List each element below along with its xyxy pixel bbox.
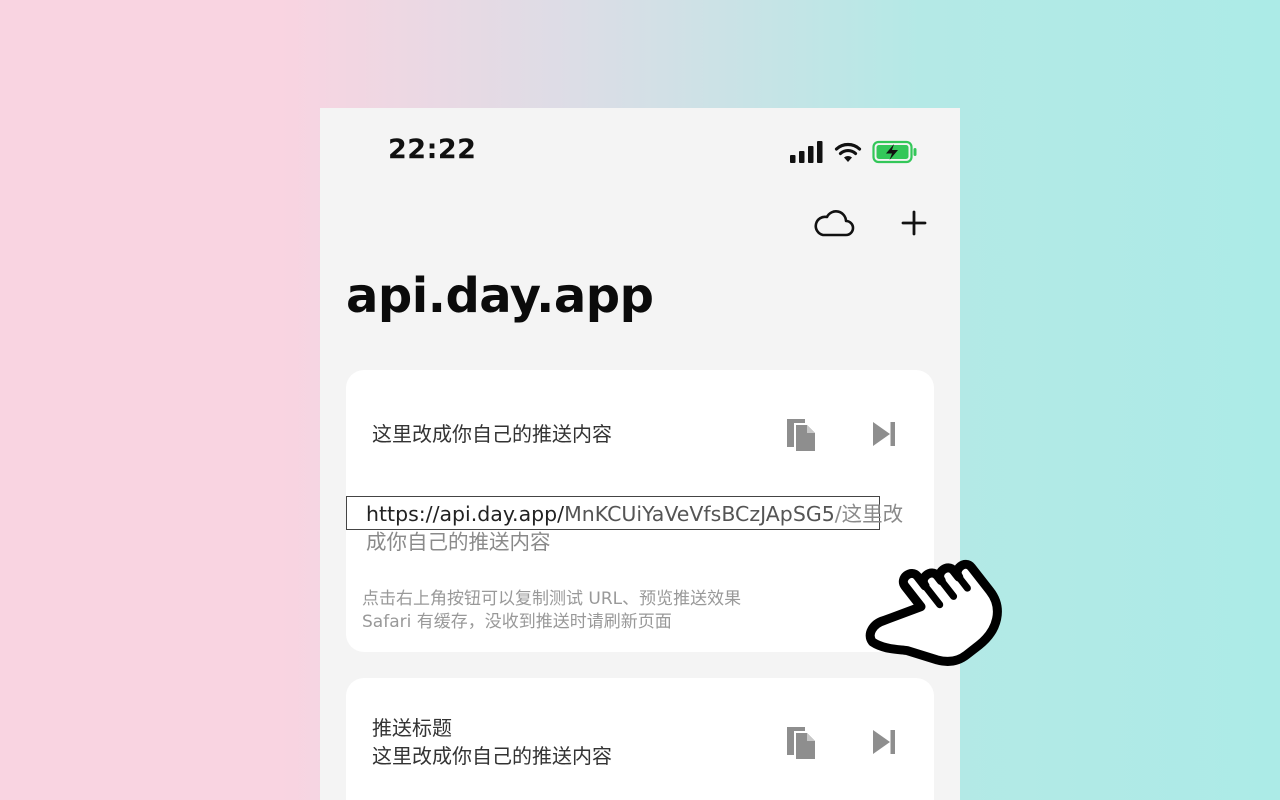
cloud-icon	[814, 210, 855, 237]
url-key: MnKCUiYaVeVfsBCzJApSG5	[564, 502, 835, 526]
card-content: 这里改成你自己的推送内容	[372, 422, 612, 446]
card-title-text: 推送标题	[372, 716, 452, 740]
card-hint: 点击右上角按钮可以复制测试 URL、预览推送效果 Safari 有缓存，没收到推…	[362, 588, 741, 634]
status-icons	[790, 140, 918, 164]
test-url-link[interactable]: https://api.day.app/MnKCUiYaVeVfsBCzJApS…	[366, 500, 906, 556]
page-title: api.day.app	[346, 268, 654, 324]
plus-icon	[901, 210, 927, 236]
card-content: 这里改成你自己的推送内容	[372, 744, 612, 768]
phone-screen: 22:22 api.day.app 这里改成你自己的推送内容 https://a…	[320, 108, 960, 800]
battery-icon	[872, 140, 917, 164]
preview-button[interactable]	[862, 720, 906, 764]
push-card-title: 推送标题 这里改成你自己的推送内容	[346, 678, 934, 800]
copy-icon	[787, 727, 817, 761]
add-button[interactable]	[892, 203, 936, 243]
copy-button[interactable]	[780, 720, 824, 764]
skip-forward-icon	[873, 422, 895, 446]
copy-icon	[787, 419, 817, 453]
signal-icon	[790, 141, 823, 163]
skip-forward-icon	[873, 730, 895, 754]
cloud-button[interactable]	[812, 203, 856, 243]
hint-line-1: 点击右上角按钮可以复制测试 URL、预览推送效果	[362, 589, 742, 609]
copy-button[interactable]	[780, 412, 824, 456]
preview-button[interactable]	[862, 412, 906, 456]
url-host: https://api.day.app/	[366, 502, 565, 526]
wifi-icon	[834, 142, 862, 162]
hint-line-2: Safari 有缓存，没收到推送时请刷新页面	[362, 612, 672, 632]
hand-pointer-icon	[865, 559, 1002, 666]
status-time: 22:22	[388, 134, 477, 165]
